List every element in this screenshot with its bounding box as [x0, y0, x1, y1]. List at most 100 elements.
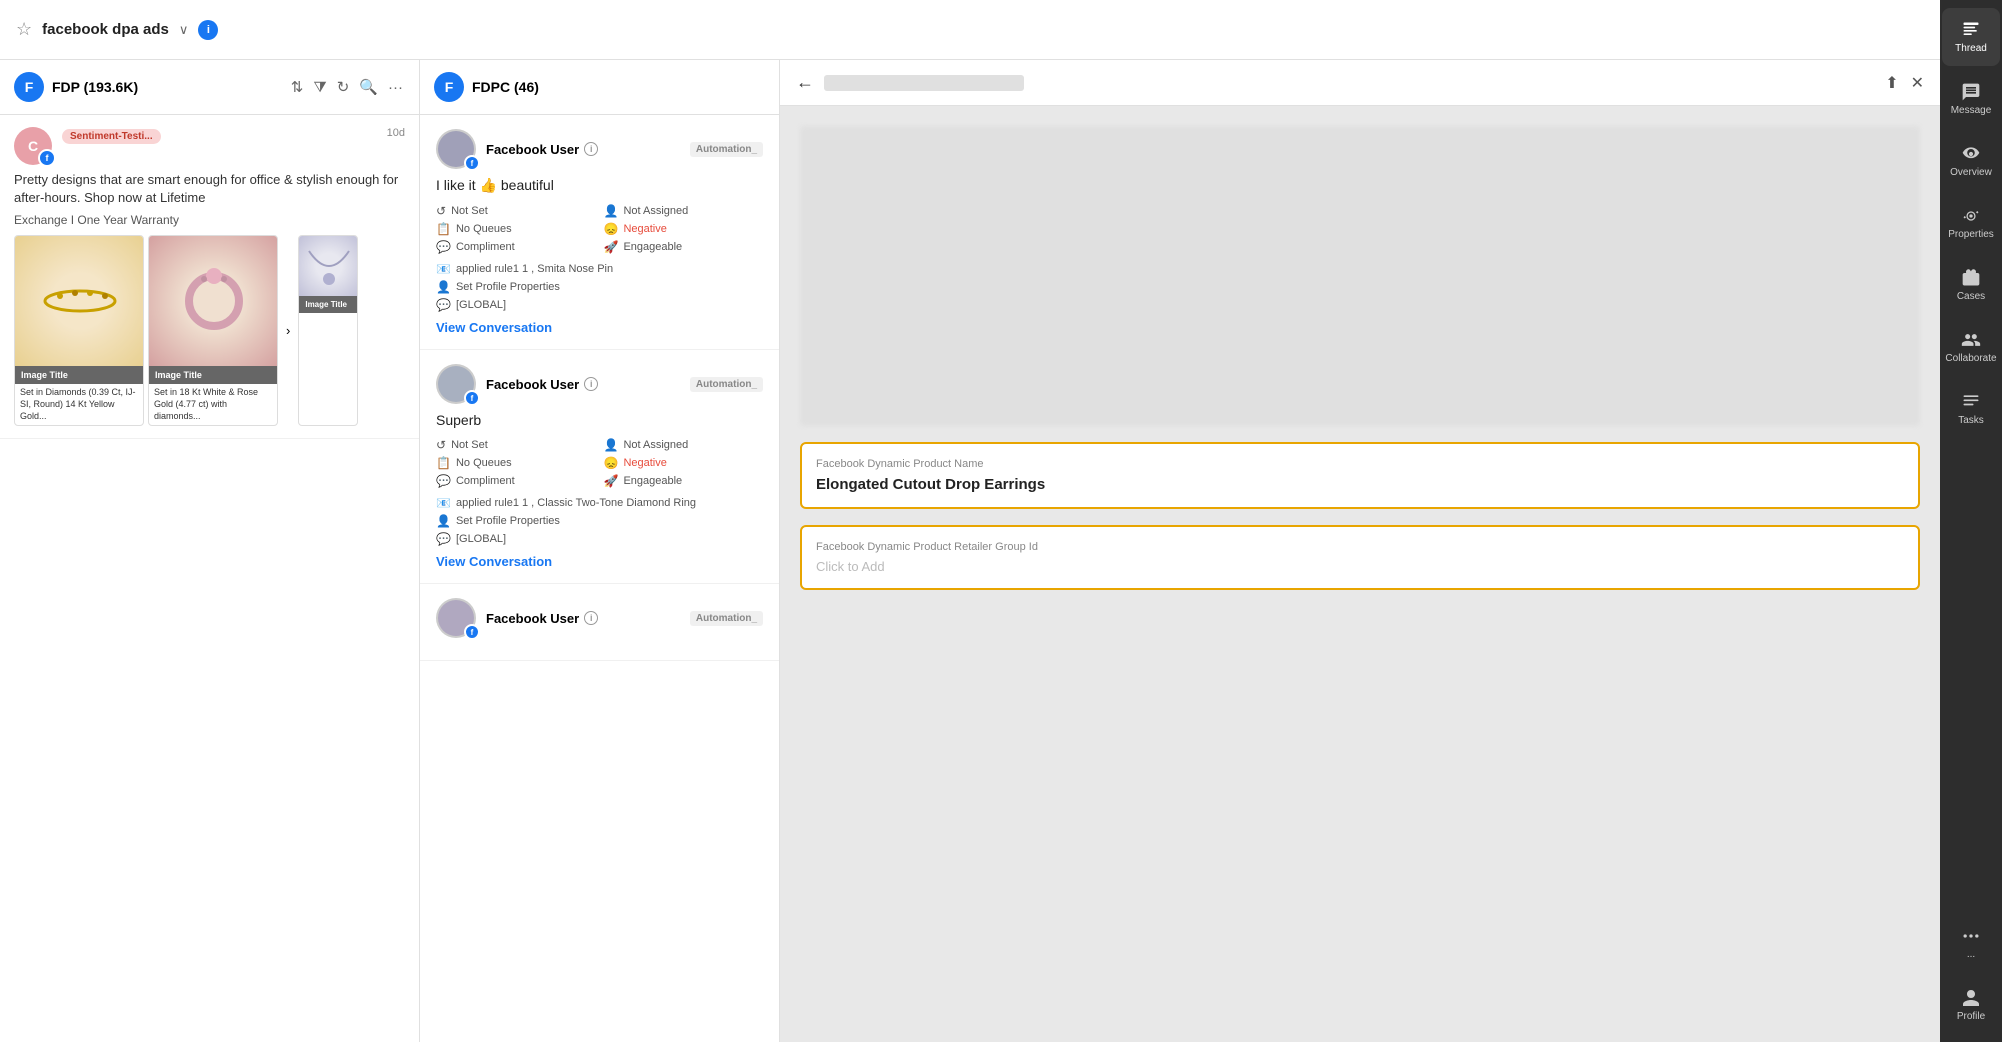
- star-button[interactable]: ☆: [16, 19, 32, 40]
- product-card-partial: Image Title: [298, 235, 358, 426]
- not-set-0: Not Set: [451, 205, 488, 217]
- product-name-value[interactable]: Elongated Cutout Drop Earrings: [816, 476, 1904, 493]
- share-button[interactable]: ⬆: [1885, 73, 1898, 93]
- sidebar-item-cases-label: Cases: [1957, 291, 1985, 302]
- sort-button[interactable]: ⇅: [289, 76, 306, 98]
- product-img-partial: [299, 236, 358, 296]
- retailer-group-label: Facebook Dynamic Product Retailer Group …: [816, 541, 1904, 553]
- engageable-0: Engageable: [623, 241, 682, 253]
- comment-info-2[interactable]: i: [584, 611, 598, 625]
- thread-icon: [1961, 20, 1981, 40]
- dropdown-arrow-icon[interactable]: ∨: [179, 22, 189, 38]
- refresh-button[interactable]: ↻: [335, 76, 352, 98]
- fdp-scroll: C f Sentiment-Testi... 10d Pretty design…: [0, 115, 419, 1042]
- comment-action-0: 👤 Set Profile Properties: [436, 280, 763, 294]
- detail-header: ← ⬆ ✕: [780, 60, 1940, 106]
- feed-warranty-label: Exchange I One Year Warranty: [14, 213, 405, 227]
- view-conversation-0[interactable]: View Conversation: [436, 320, 552, 335]
- carousel-next-btn[interactable]: ›: [282, 235, 294, 426]
- feed-item: C f Sentiment-Testi... 10d Pretty design…: [0, 115, 419, 439]
- detail-blurred-content: [800, 126, 1920, 426]
- comment-rule-0: 📧 applied rule1 1 , Smita Nose Pin: [436, 262, 763, 276]
- view-conversation-1[interactable]: View Conversation: [436, 554, 552, 569]
- detail-header-actions: ⬆ ✕: [1885, 73, 1924, 93]
- retailer-group-placeholder[interactable]: Click to Add: [816, 559, 1904, 574]
- product-card-0: Image Title Set in Diamonds (0.39 Ct, IJ…: [14, 235, 144, 426]
- product-label-partial: Image Title: [299, 296, 357, 313]
- comment-item-0: f Facebook User i Automation_ I like it …: [420, 115, 779, 350]
- sidebar-item-profile[interactable]: Profile: [1942, 976, 2000, 1034]
- fdpc-title: FDPC (46): [472, 79, 765, 95]
- feed-time: 10d: [387, 127, 405, 139]
- comment-info-0[interactable]: i: [584, 142, 598, 156]
- fdpc-fb-badge: F: [434, 72, 464, 102]
- col-fdp: F FDP (193.6K) ⇅ ⧩ ↻ 🔍 ··· C f: [0, 60, 420, 1042]
- bracelet-svg: [40, 286, 120, 316]
- fdp-fb-badge: F: [14, 72, 44, 102]
- info-icon[interactable]: i: [198, 20, 218, 40]
- sidebar-item-collaborate[interactable]: Collaborate: [1942, 318, 2000, 376]
- comment-user-0: Facebook User: [486, 142, 579, 157]
- sidebar-item-properties[interactable]: Properties: [1942, 194, 2000, 252]
- filter-button[interactable]: ⧩: [311, 77, 328, 98]
- sidebar-item-more[interactable]: ...: [1942, 914, 2000, 972]
- sidebar-item-message[interactable]: Message: [1942, 70, 2000, 128]
- comment-global-1: 💬 [GLOBAL]: [436, 532, 763, 546]
- more-icon: [1961, 926, 1981, 946]
- product-img-0: [15, 236, 144, 366]
- comment-meta-1: ↺Not Set 👤Not Assigned 📋No Queues 😞Negat…: [436, 438, 763, 488]
- detail-title-blurred: [824, 75, 1024, 91]
- cases-icon: [1961, 268, 1981, 288]
- message-icon: [1961, 82, 1981, 102]
- not-assigned-1: Not Assigned: [623, 439, 688, 451]
- comment-avatar-2: f: [436, 598, 476, 638]
- comment-item-1: f Facebook User i Automation_ Superb ↺No…: [420, 350, 779, 584]
- automation-badge-0: Automation_: [690, 142, 763, 157]
- sidebar-item-tasks-label: Tasks: [1958, 415, 1984, 426]
- comment-avatar-1: f: [436, 364, 476, 404]
- back-button[interactable]: ←: [796, 72, 814, 93]
- page-title: facebook dpa ads: [42, 21, 169, 38]
- product-label-1: Image Title: [149, 366, 277, 384]
- product-desc-1: Set in 18 Kt White & Rose Gold (4.77 ct)…: [149, 384, 277, 425]
- right-sidebar: Thread Message Overview Properties Cases…: [1940, 0, 2002, 1042]
- feed-avatar: C f: [14, 127, 52, 165]
- sidebar-item-tasks[interactable]: Tasks: [1942, 380, 2000, 438]
- profile-icon: [1961, 988, 1981, 1008]
- compliment-0: Compliment: [456, 241, 515, 253]
- necklace-svg: [304, 241, 354, 291]
- overview-icon: [1961, 144, 1981, 164]
- product-desc-0: Set in Diamonds (0.39 Ct, IJ-SI, Round) …: [15, 384, 143, 425]
- more-options-button[interactable]: ···: [386, 77, 405, 98]
- comment-info-1[interactable]: i: [584, 377, 598, 391]
- search-button[interactable]: 🔍: [357, 76, 380, 98]
- ring-svg: [174, 261, 254, 341]
- product-label-0: Image Title: [15, 366, 143, 384]
- comment-user-1: Facebook User: [486, 377, 579, 392]
- collaborate-icon: [1961, 330, 1981, 350]
- feed-text: Pretty designs that are smart enough for…: [14, 171, 405, 207]
- col-detail: ← ⬆ ✕ Facebook Dynamic Product Name Elon…: [780, 60, 1940, 1042]
- sidebar-item-overview[interactable]: Overview: [1942, 132, 2000, 190]
- sidebar-item-overview-label: Overview: [1950, 167, 1992, 178]
- avatar-fb-sub: f: [38, 149, 56, 167]
- sidebar-item-cases[interactable]: Cases: [1942, 256, 2000, 314]
- fdp-header: F FDP (193.6K) ⇅ ⧩ ↻ 🔍 ···: [0, 60, 419, 115]
- tasks-icon: [1961, 392, 1981, 412]
- top-header: ☆ facebook dpa ads ∨ i: [0, 0, 1942, 60]
- comment-action-1: 👤 Set Profile Properties: [436, 514, 763, 528]
- detail-title-area: [824, 75, 1875, 91]
- engageable-1: Engageable: [623, 475, 682, 487]
- fdpc-scroll: f Facebook User i Automation_ I like it …: [420, 115, 779, 1042]
- product-name-panel: Facebook Dynamic Product Name Elongated …: [800, 442, 1920, 509]
- properties-icon: [1961, 206, 1981, 226]
- close-button[interactable]: ✕: [1911, 73, 1924, 93]
- product-card-1: Image Title Set in 18 Kt White & Rose Go…: [148, 235, 278, 426]
- fdp-tools: ⇅ ⧩ ↻ 🔍 ···: [289, 76, 405, 98]
- fdp-title: FDP (193.6K): [52, 79, 281, 95]
- sidebar-item-thread[interactable]: Thread: [1942, 8, 2000, 66]
- detail-body: Facebook Dynamic Product Name Elongated …: [780, 106, 1940, 1042]
- sentiment-badge: Sentiment-Testi...: [62, 129, 161, 144]
- no-queues-1: No Queues: [456, 457, 512, 469]
- comment-text-0: I like it 👍 beautiful: [436, 177, 763, 194]
